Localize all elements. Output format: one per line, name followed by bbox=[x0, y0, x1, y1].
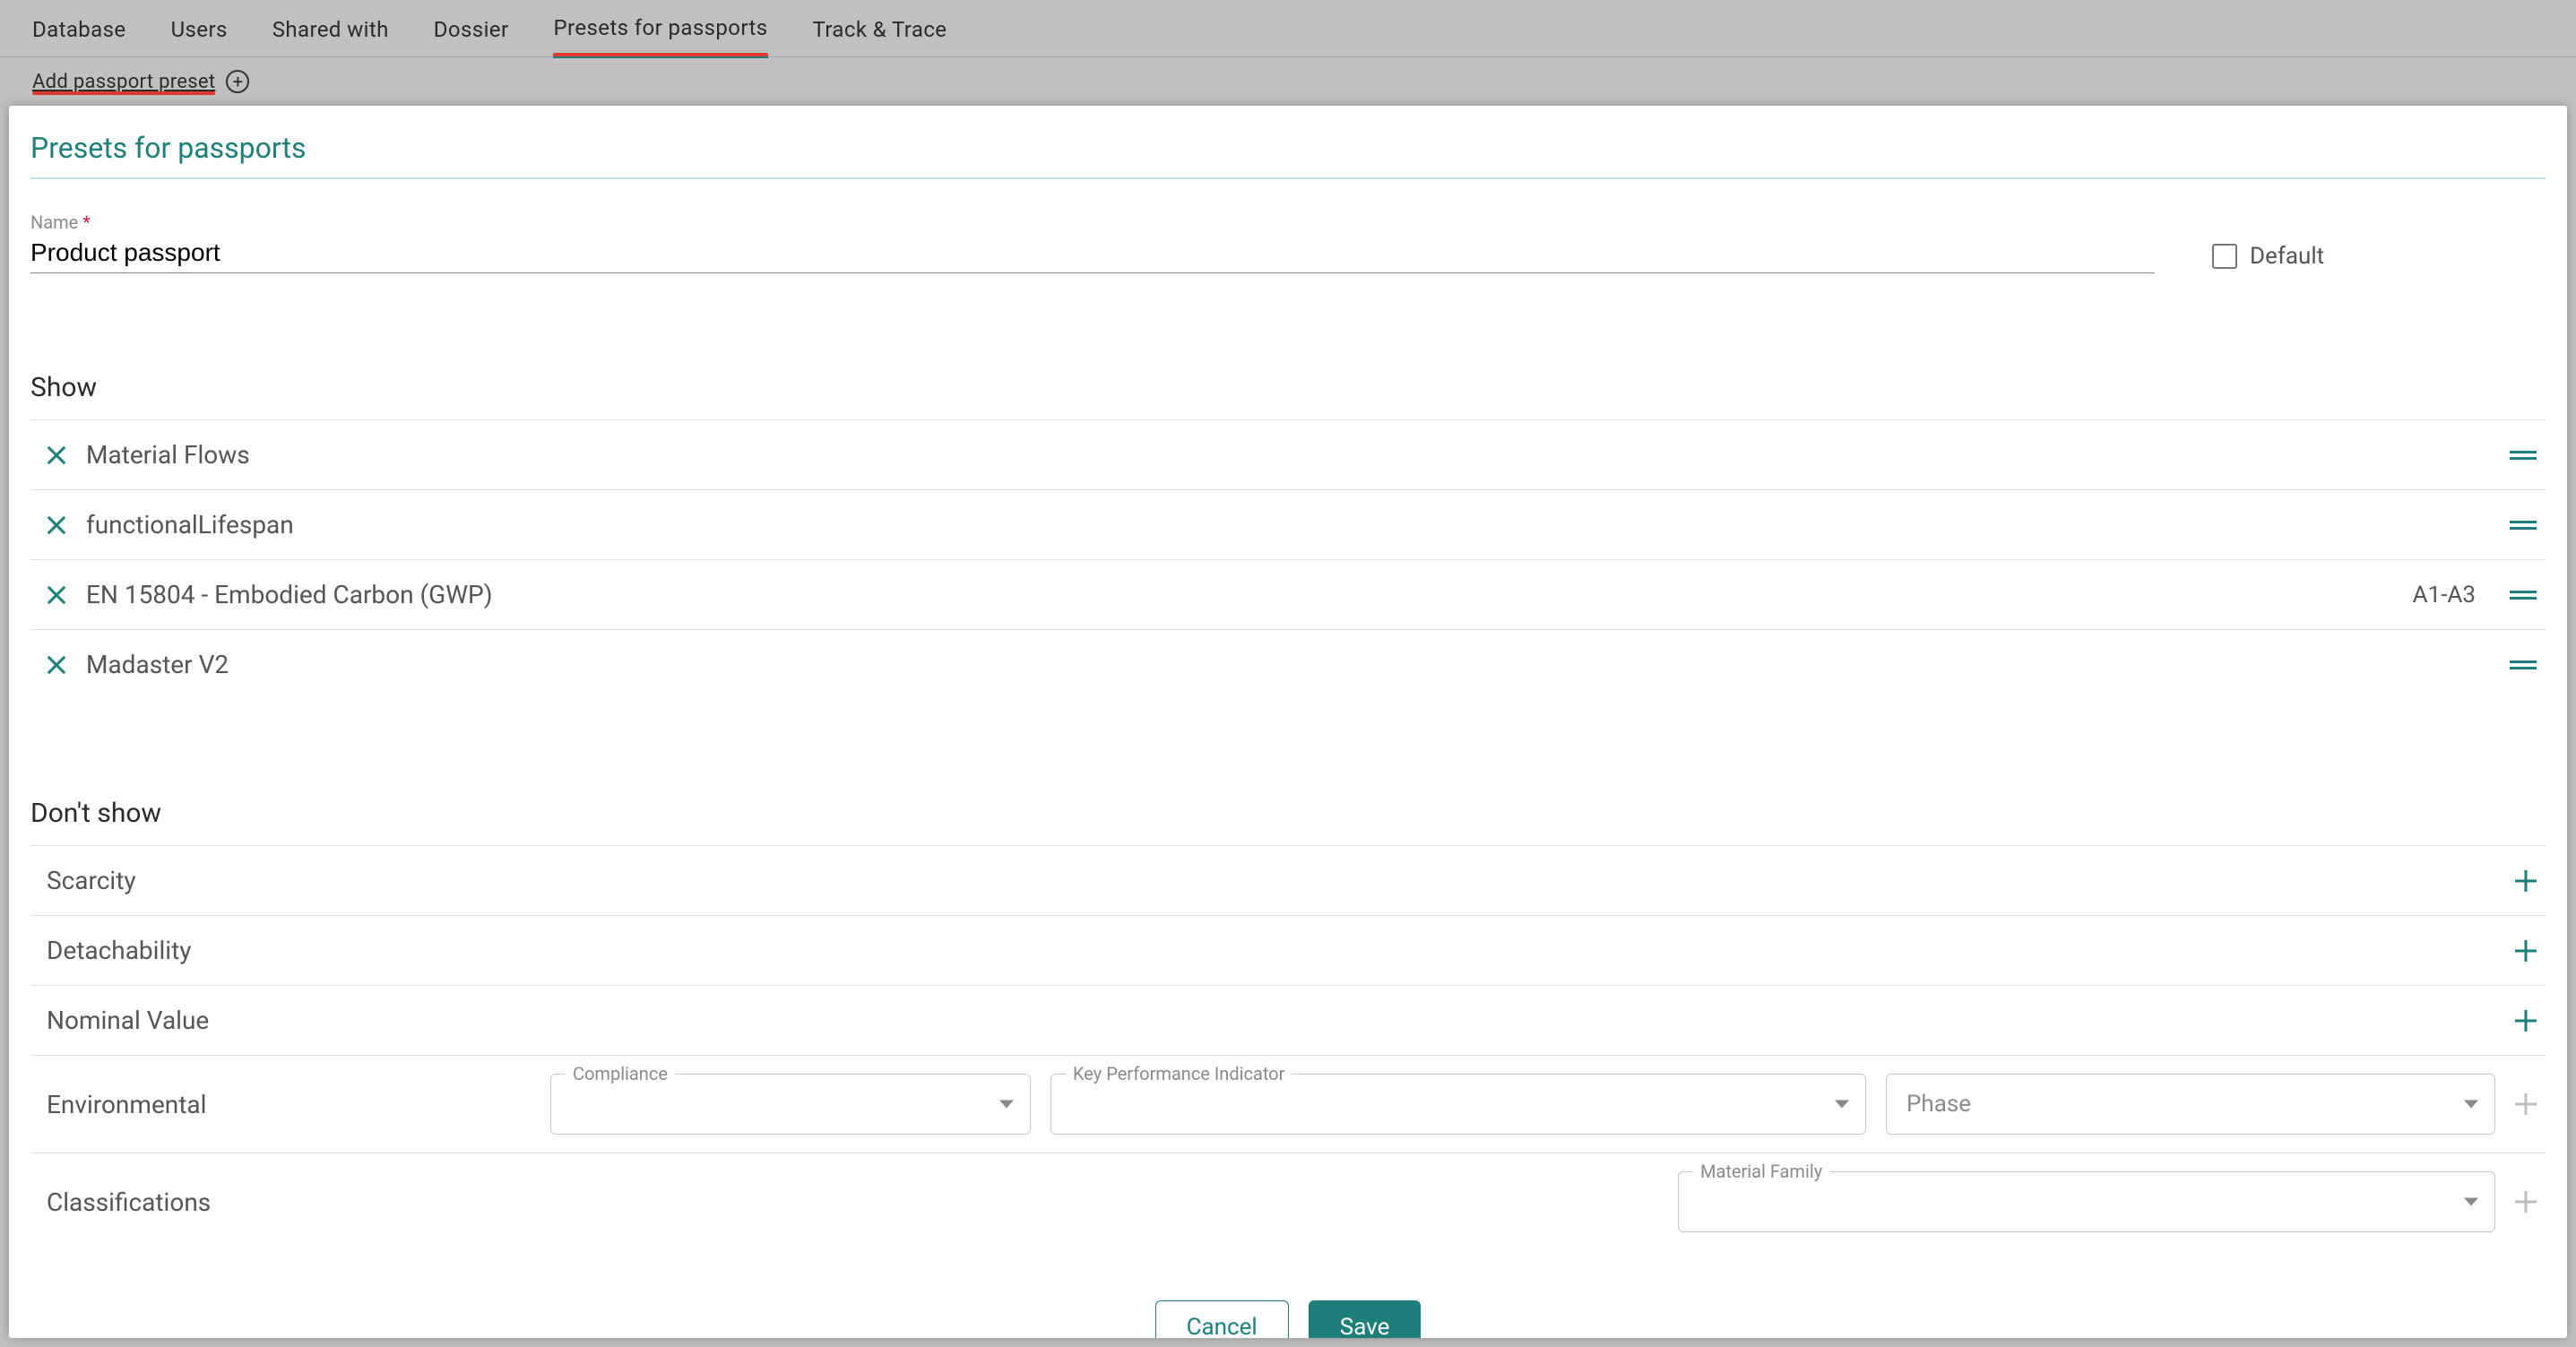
drag-handle-icon[interactable] bbox=[2510, 448, 2537, 462]
tab-database[interactable]: Database bbox=[32, 1, 126, 56]
phase-badge: A1-A3 bbox=[2413, 582, 2476, 609]
name-label: Name * bbox=[30, 212, 2155, 233]
select-label: Material Family bbox=[1693, 1161, 1829, 1182]
show-item-label: functionalLifespan bbox=[86, 510, 2490, 540]
add-icon bbox=[2515, 1191, 2537, 1213]
chevron-down-icon bbox=[999, 1101, 1014, 1109]
environmental-label: Environmental bbox=[47, 1090, 477, 1119]
dont-show-item-label: Nominal Value bbox=[47, 1006, 2495, 1035]
kpi-select[interactable]: Key Performance Indicator bbox=[1050, 1074, 1866, 1135]
default-label: Default bbox=[2250, 243, 2324, 270]
tab-track-trace[interactable]: Track & Trace bbox=[813, 1, 947, 56]
tab-users[interactable]: Users bbox=[171, 1, 228, 56]
remove-icon[interactable] bbox=[47, 585, 66, 605]
default-checkbox-wrap[interactable]: Default bbox=[2212, 243, 2324, 270]
add-icon[interactable] bbox=[2515, 870, 2537, 892]
dont-show-item-label: Detachability bbox=[47, 936, 2495, 965]
show-heading: Show bbox=[30, 372, 2546, 403]
drag-handle-icon[interactable] bbox=[2510, 658, 2537, 672]
dont-show-item: Detachability bbox=[30, 915, 2546, 985]
add-passport-preset-link[interactable]: Add passport preset bbox=[32, 71, 215, 93]
compliance-select[interactable]: Compliance bbox=[550, 1074, 1031, 1135]
checkbox-icon[interactable] bbox=[2212, 244, 2237, 269]
add-icon bbox=[2515, 1093, 2537, 1115]
tab-shared-with[interactable]: Shared with bbox=[272, 1, 389, 56]
dont-show-item: Scarcity bbox=[30, 845, 2546, 915]
remove-icon[interactable] bbox=[47, 655, 66, 675]
drag-handle-icon[interactable] bbox=[2510, 518, 2537, 532]
show-item-label: EN 15804 - Embodied Carbon (GWP) bbox=[86, 580, 2393, 609]
preset-modal: Presets for passports Name * Default Sho… bbox=[9, 106, 2567, 1338]
select-label: Compliance bbox=[566, 1063, 675, 1084]
select-label: Key Performance Indicator bbox=[1066, 1063, 1292, 1084]
material-family-select[interactable]: Material Family bbox=[1678, 1171, 2495, 1232]
show-item-label: Material Flows bbox=[86, 440, 2490, 470]
add-icon[interactable] bbox=[2515, 940, 2537, 962]
tab-bar: Database Users Shared with Dossier Prese… bbox=[0, 0, 2576, 57]
dont-show-item: Nominal Value bbox=[30, 985, 2546, 1055]
add-icon[interactable] bbox=[2515, 1010, 2537, 1032]
show-item-label: Madaster V2 bbox=[86, 650, 2490, 679]
cancel-button[interactable]: Cancel bbox=[1155, 1300, 1289, 1338]
chevron-down-icon bbox=[1835, 1101, 1849, 1109]
add-icon[interactable]: + bbox=[226, 70, 249, 93]
dont-show-item-label: Scarcity bbox=[47, 866, 2495, 895]
remove-icon[interactable] bbox=[47, 515, 66, 535]
modal-title: Presets for passports bbox=[30, 127, 2546, 179]
chevron-down-icon bbox=[2464, 1101, 2478, 1109]
tab-dossier[interactable]: Dossier bbox=[434, 1, 509, 56]
classifications-label: Classifications bbox=[47, 1187, 477, 1217]
sub-toolbar: Add passport preset + bbox=[0, 57, 2576, 106]
show-item: EN 15804 - Embodied Carbon (GWP) A1-A3 bbox=[30, 559, 2546, 629]
phase-select[interactable]: Phase bbox=[1886, 1074, 2495, 1135]
dont-show-heading: Don't show bbox=[30, 798, 2546, 829]
chevron-down-icon bbox=[2464, 1198, 2478, 1206]
show-item: Madaster V2 bbox=[30, 629, 2546, 699]
classifications-row: Classifications Material Family bbox=[30, 1153, 2546, 1250]
environmental-row: Environmental Compliance Key Performance… bbox=[30, 1055, 2546, 1153]
modal-actions: Cancel Save bbox=[30, 1300, 2546, 1338]
drag-handle-icon[interactable] bbox=[2510, 588, 2537, 602]
tab-presets-for-passports[interactable]: Presets for passports bbox=[553, 0, 767, 58]
name-input[interactable] bbox=[30, 233, 2155, 273]
remove-icon[interactable] bbox=[47, 445, 66, 465]
show-item: functionalLifespan bbox=[30, 489, 2546, 559]
show-item: Material Flows bbox=[30, 419, 2546, 489]
save-button[interactable]: Save bbox=[1309, 1300, 1422, 1338]
select-value: Phase bbox=[1906, 1091, 1971, 1118]
